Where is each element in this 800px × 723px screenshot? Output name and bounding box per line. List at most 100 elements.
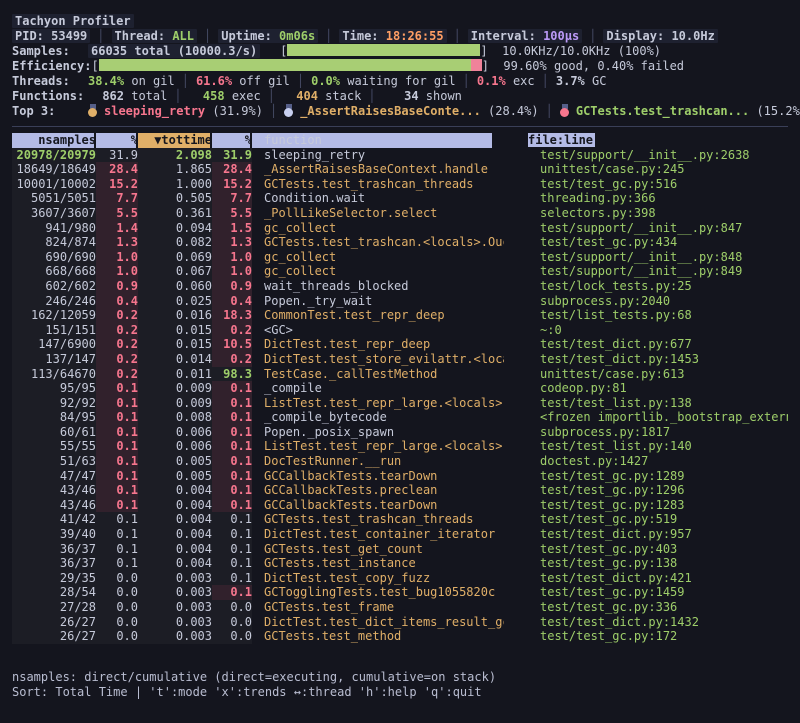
function-cell: GCTests.test_trashcan.<locals>.Ouch.... xyxy=(252,235,504,250)
table-row[interactable]: 5051/50517.70.5057.7Condition.waitthread… xyxy=(12,191,788,206)
table-row[interactable]: 668/6681.00.0671.0gc_collecttest/support… xyxy=(12,264,788,279)
direct-pct-cell: 0.2 xyxy=(96,308,138,323)
tottime-cell: 0.025 xyxy=(138,294,212,309)
table-row[interactable]: 84/950.10.0080.1_compile_bytecode<frozen… xyxy=(12,410,788,425)
separator: │ xyxy=(182,74,189,88)
table-row[interactable]: 51/630.10.0050.1DocTestRunner.__rundocte… xyxy=(12,454,788,469)
function-cell: CommonTest.test_repr_deep xyxy=(252,308,504,323)
table-row[interactable]: 113/646700.20.01198.3TestCase._callTestM… xyxy=(12,367,788,382)
function-cell: DictTest.test_container_iterator xyxy=(252,527,504,542)
header-tottime-sorted[interactable]: ▼tottime xyxy=(138,133,212,148)
table-row[interactable]: 26/270.00.0030.0GCTests.test_methodtest/… xyxy=(12,629,788,644)
top3-function-name: sleeping_retry xyxy=(104,104,205,118)
table-row[interactable]: 55/550.10.0060.1ListTest.test_repr_large… xyxy=(12,439,788,454)
top3-entry[interactable]: _AssertRaisesBaseConte... (28.4%) xyxy=(284,104,538,118)
cumulative-pct-cell: 0.1 xyxy=(212,454,252,469)
header-cumulative-pct[interactable]: % xyxy=(212,133,252,148)
direct-pct-cell: 0.4 xyxy=(96,294,138,309)
table-row[interactable]: 246/2460.40.0250.4Popen._try_waitsubproc… xyxy=(12,294,788,309)
table-row[interactable]: 941/9801.40.0941.5gc_collecttest/support… xyxy=(12,221,788,236)
tottime-cell: 0.094 xyxy=(138,221,212,236)
header-nsamples[interactable]: nsamples xyxy=(12,133,96,148)
direct-pct-cell: 28.4 xyxy=(96,162,138,177)
status-line: PID: 53499│Thread: ALL│Uptime: 0m06s│Tim… xyxy=(12,29,788,44)
efficiency-bar-good xyxy=(99,59,471,71)
table-row[interactable]: 92/920.10.0090.1ListTest.test_repr_large… xyxy=(12,396,788,411)
table-row[interactable]: 60/610.10.0060.1Popen._posix_spawnsubpro… xyxy=(12,425,788,440)
nsamples-cell: 39/40 xyxy=(12,527,96,542)
table-row[interactable]: 602/6020.90.0600.9wait_threads_blockedte… xyxy=(12,279,788,294)
table-row[interactable]: 95/950.10.0090.1_compilecodeop.py:81 xyxy=(12,381,788,396)
table-row[interactable]: 3607/36075.50.3615.5_PollLikeSelector.se… xyxy=(12,206,788,221)
cumulative-pct-cell: 0.1 xyxy=(212,512,252,527)
nsamples-cell: 151/151 xyxy=(12,323,96,338)
table-row[interactable]: 824/8741.30.0821.3GCTests.test_trashcan.… xyxy=(12,235,788,250)
separator: │ xyxy=(204,29,211,43)
function-cell: GCTests.test_trashcan_threads xyxy=(252,512,504,527)
function-stat-text: shown xyxy=(419,89,462,103)
direct-pct-cell: 5.5 xyxy=(96,206,138,221)
top3-function-name: GCTests.test_trashcan... xyxy=(576,104,749,118)
top3-entry[interactable]: GCTests.test_trashcan... (15.2%) xyxy=(560,104,800,118)
function-cell: DictTest.test_copy_fuzz xyxy=(252,571,504,586)
table-row[interactable]: 26/270.00.0030.0DictTest.test_dict_items… xyxy=(12,615,788,630)
table-row[interactable]: 43/460.10.0040.1GCCallbackTests.tearDown… xyxy=(12,498,788,513)
tottime-cell: 0.005 xyxy=(138,469,212,484)
header-direct-pct[interactable]: % xyxy=(96,133,138,148)
tottime-cell: 0.004 xyxy=(138,542,212,557)
function-cell: <GC> xyxy=(252,323,504,338)
table-row[interactable]: 690/6901.00.0691.0gc_collecttest/support… xyxy=(12,250,788,265)
file-line-cell: test/support/__init__.py:848 xyxy=(504,250,788,265)
tottime-cell: 1.865 xyxy=(138,162,212,177)
thread-value[interactable]: ALL xyxy=(172,29,194,43)
header-function[interactable]: function xyxy=(252,133,492,148)
table-row[interactable]: 18649/1864928.41.86528.4_AssertRaisesBas… xyxy=(12,162,788,177)
table-row[interactable]: 28/540.00.0030.1GCTogglingTests.test_bug… xyxy=(12,585,788,600)
table-row[interactable]: 10001/1000215.21.00015.2GCTests.test_tra… xyxy=(12,177,788,192)
cumulative-pct-cell: 0.0 xyxy=(212,629,252,644)
table-row[interactable]: 29/350.00.0030.1DictTest.test_copy_fuzzt… xyxy=(12,571,788,586)
file-line-cell: test/support/__init__.py:2638 xyxy=(504,148,788,163)
file-line-cell: selectors.py:398 xyxy=(504,206,788,221)
nsamples-cell: 95/95 xyxy=(12,381,96,396)
samples-rate: 10.0KHz/10.0KHz (100%) xyxy=(502,44,661,58)
cumulative-pct-cell: 0.2 xyxy=(212,352,252,367)
tottime-cell: 0.060 xyxy=(138,279,212,294)
file-line-cell: test/test_gc.py:403 xyxy=(504,542,788,557)
tottime-cell: 0.009 xyxy=(138,381,212,396)
thread-stat-text: exc xyxy=(506,74,535,88)
nsamples-cell: 27/28 xyxy=(12,600,96,615)
table-row[interactable]: 151/1510.20.0150.2<GC>~:0 xyxy=(12,323,788,338)
table-row[interactable]: 36/370.10.0040.1GCTests.test_instancetes… xyxy=(12,556,788,571)
tottime-cell: 0.004 xyxy=(138,483,212,498)
table-row[interactable]: 137/1470.20.0140.2DictTest.test_store_ev… xyxy=(12,352,788,367)
direct-pct-cell: 0.1 xyxy=(96,512,138,527)
file-line-cell: ~:0 xyxy=(504,323,788,338)
table-row[interactable]: 47/470.10.0050.1GCCallbackTests.tearDown… xyxy=(12,469,788,484)
tottime-cell: 0.016 xyxy=(138,308,212,323)
nsamples-cell: 147/6900 xyxy=(12,337,96,352)
table-row[interactable]: 41/420.10.0040.1GCTests.test_trashcan_th… xyxy=(12,512,788,527)
table-row[interactable]: 162/120590.20.01618.3CommonTest.test_rep… xyxy=(12,308,788,323)
separator: │ xyxy=(454,29,461,43)
table-row[interactable]: 147/69000.20.01510.5DictTest.test_repr_d… xyxy=(12,337,788,352)
top3-entry[interactable]: sleeping_retry (31.9%) xyxy=(88,104,263,118)
cumulative-pct-cell: 1.3 xyxy=(212,235,252,250)
top3-percent: (28.4%) xyxy=(481,104,539,118)
table-row[interactable]: 36/370.10.0040.1GCTests.test_get_countte… xyxy=(12,542,788,557)
direct-pct-cell: 15.2 xyxy=(96,177,138,192)
table-row[interactable]: 20978/2097931.92.09831.9sleeping_retryte… xyxy=(12,148,788,163)
uptime-label: Uptime: xyxy=(221,29,272,43)
direct-pct-cell: 0.2 xyxy=(96,323,138,338)
nsamples-cell: 824/874 xyxy=(12,235,96,250)
file-line-cell: test/test_dict.py:957 xyxy=(504,527,788,542)
function-cell: sleeping_retry xyxy=(252,148,504,163)
file-line-cell: test/support/__init__.py:849 xyxy=(504,264,788,279)
table-row[interactable]: 39/400.10.0040.1DictTest.test_container_… xyxy=(12,527,788,542)
table-row[interactable]: 43/460.10.0040.1GCCallbackTests.preclean… xyxy=(12,483,788,498)
table-row[interactable]: 27/280.00.0030.0GCTests.test_frametest/t… xyxy=(12,600,788,615)
function-cell: GCTests.test_instance xyxy=(252,556,504,571)
file-line-cell: unittest/case.py:245 xyxy=(504,162,788,177)
header-file-line[interactable]: file:line xyxy=(492,133,788,148)
tottime-cell: 0.003 xyxy=(138,571,212,586)
